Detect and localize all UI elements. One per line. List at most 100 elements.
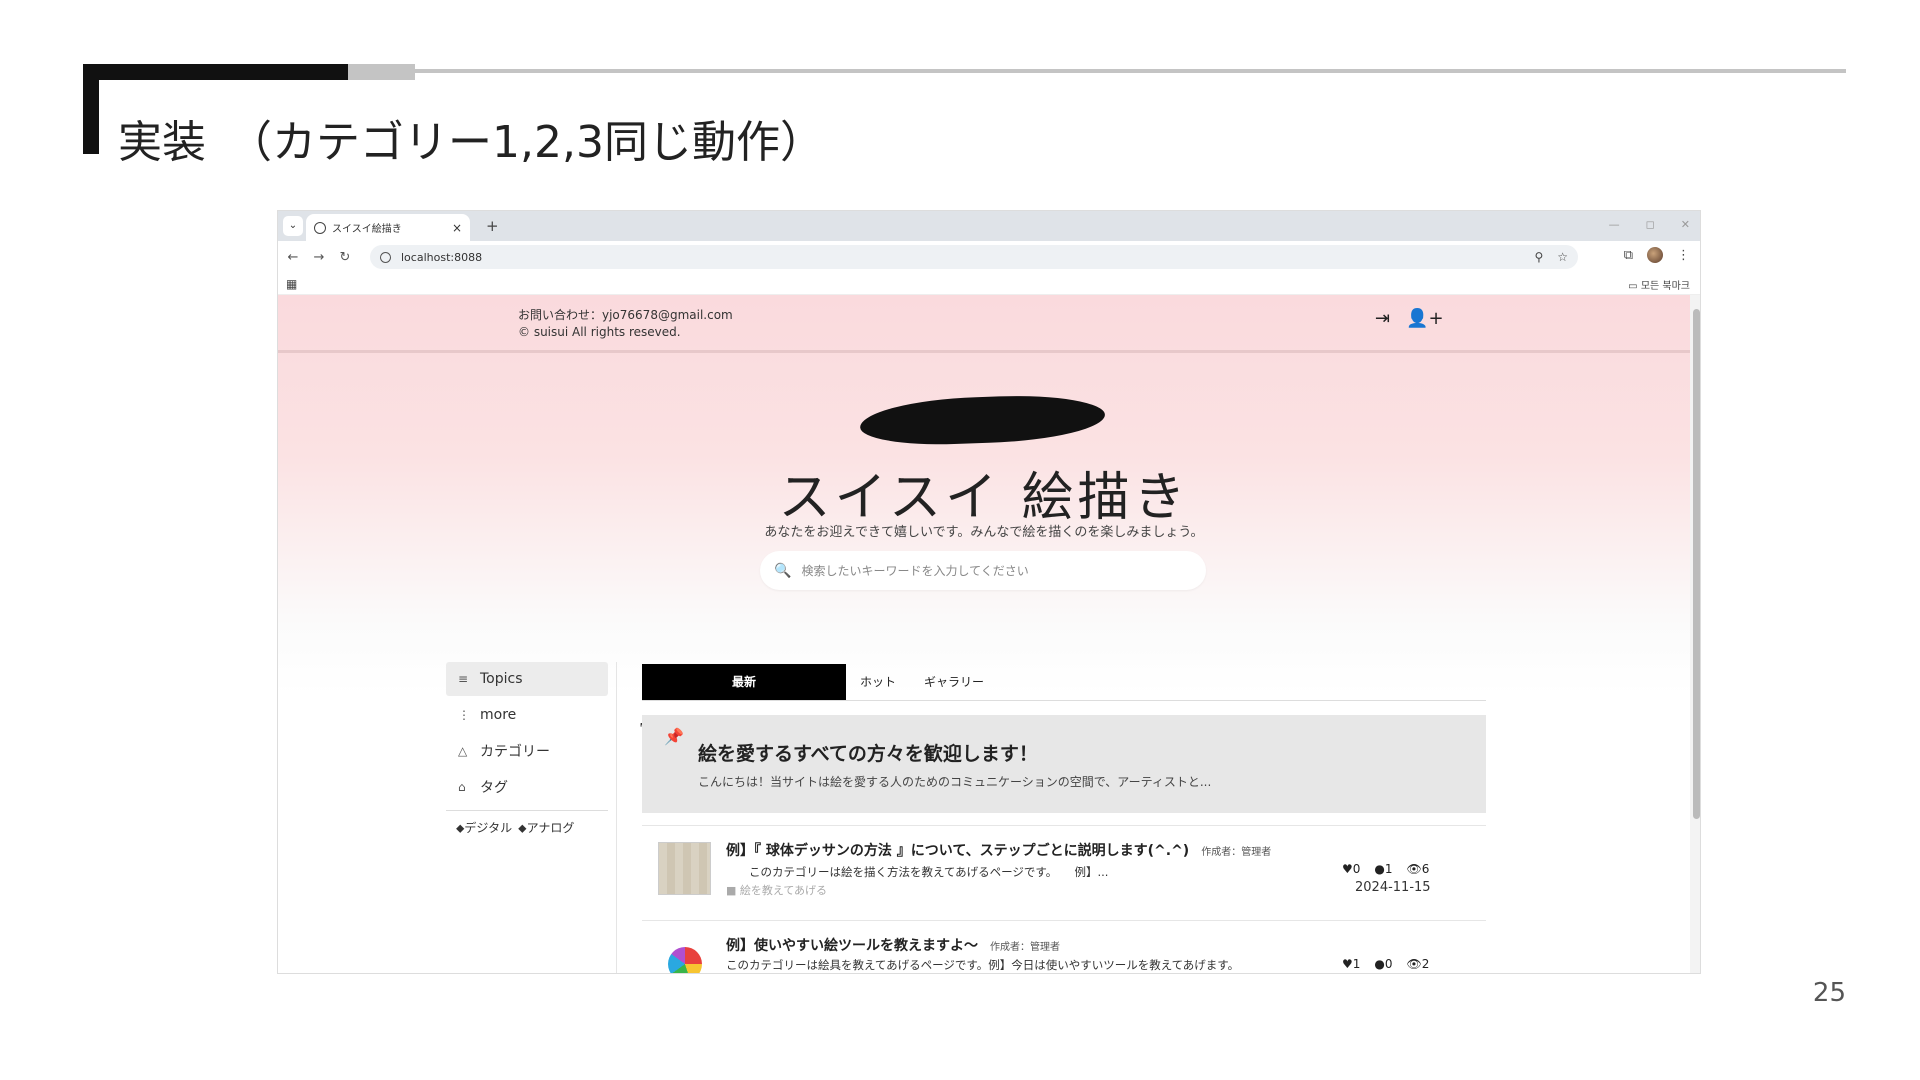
header-icons: ⇥ 👤+ (1375, 308, 1444, 329)
sidebar-tag-list: ⬥デジタル ⬥アナログ (446, 819, 608, 836)
contact-info: お問い合わせ：yjo76678@gmail.com © suisui All r… (518, 307, 733, 341)
post-category-label: 絵を教えてあげる (739, 884, 828, 897)
page-scrollbar[interactable] (1690, 295, 1700, 973)
likes-value: 1 (1352, 957, 1361, 971)
close-window-button[interactable]: ✕ (1681, 218, 1690, 231)
restore-button[interactable]: ◻ (1646, 218, 1655, 231)
zoom-icon[interactable]: ⚲ (1534, 250, 1543, 264)
site-title: スイスイ 絵描き (778, 468, 1190, 528)
browser-toolbar: ← → ↻ localhost:8088 ⚲ ☆ ⧉ ⋮ (278, 241, 1700, 273)
contact-email: お問い合わせ：yjo76678@gmail.com (518, 308, 733, 322)
eye-icon: 👁 (1406, 957, 1422, 971)
post-date: 2024-11-15 (1355, 880, 1431, 895)
back-button[interactable]: ← (282, 250, 304, 265)
minimize-button[interactable]: — (1609, 218, 1620, 231)
sidebar-item-topics[interactable]: ≡ Topics (446, 662, 608, 696)
post-thumbnail[interactable] (668, 947, 702, 973)
post-title-text: 例】使いやすい絵ツールを教えますよ～ (726, 938, 978, 954)
tag-label: アナログ (526, 821, 575, 835)
search-icon: 🔍 (774, 562, 792, 579)
menu-icon[interactable]: ⋮ (1677, 248, 1690, 263)
pinned-post-excerpt: こんにちは！当サイトは絵を愛する人のためのコミュニケーションの空間で、アーティス… (698, 775, 1212, 789)
browser-window: ⌄ スイスイ絵描き × + — ◻ ✕ ← → ↻ localhost:8088… (277, 210, 1701, 974)
sidebar-item-tags[interactable]: ⌂ タグ (446, 770, 608, 804)
heart-icon: ♥ (1342, 957, 1353, 971)
post-title[interactable]: 例】使いやすい絵ツールを教えますよ～ 作成者：管理者 (726, 935, 1060, 955)
views-value: 6 (1421, 862, 1430, 876)
slide-accent-bar-gray (348, 64, 415, 80)
post-excerpt: このカテゴリーは絵を描く方法を教えてあげるページです。 例】... (726, 865, 1109, 879)
window-controls: — ◻ ✕ (1609, 218, 1690, 231)
likes-value: 0 (1352, 862, 1361, 876)
bookmarks-bar: ▦ ▭ 모든 북마크 (278, 273, 1700, 295)
bookmark-star-icon[interactable]: ☆ (1557, 250, 1568, 264)
search-input[interactable]: 検索したいキーワードを入力してください (801, 562, 1028, 579)
views-count: 👁6 (1407, 862, 1430, 876)
pinned-post-title[interactable]: 絵を愛するすべての方々を歓迎します！ (698, 739, 1038, 766)
slide-title-marker (83, 80, 99, 154)
logo-brush-stroke (859, 392, 1106, 448)
login-icon[interactable]: ⇥ (1375, 308, 1390, 329)
tab-search-button[interactable]: ⌄ (283, 216, 303, 236)
site-header: お問い合わせ：yjo76678@gmail.com © suisui All r… (278, 295, 1690, 353)
apps-icon[interactable]: ▦ (286, 277, 297, 291)
pin-icon: 📌 (664, 727, 684, 746)
tag-link[interactable]: ⬥デジタル (456, 819, 512, 836)
likes-count: ♥0 (1342, 862, 1360, 876)
comments-value: 1 (1384, 862, 1393, 876)
post-title-text: 例】『 球体デッサンの方法 』について、ステップごとに説明します(^.^) (726, 843, 1190, 859)
list-item[interactable]: 例】使いやすい絵ツールを教えますよ～ 作成者：管理者 このカテゴリーは絵具を教えて… (642, 920, 1486, 973)
all-bookmarks-folder[interactable]: ▭ 모든 북마크 (1628, 277, 1690, 292)
comments-value: 0 (1384, 957, 1393, 971)
list-icon: ≡ (458, 672, 469, 686)
post-stats: ♥0 ●1 👁6 (1342, 862, 1429, 876)
shapes-icon: △ (458, 744, 468, 758)
search-bar[interactable]: 🔍 検索したいキーワードを入力してください (760, 551, 1206, 590)
slide-page-number: 25 (1812, 978, 1846, 1008)
scrollbar-thumb[interactable] (1693, 309, 1700, 819)
tab-gallery[interactable]: ギャラリー (910, 664, 998, 700)
slide-header-line (415, 69, 1846, 73)
bookmarks-folder-label: 모든 북마크 (1640, 281, 1690, 292)
sidebar-item-label: more (480, 707, 517, 723)
likes-count: ♥1 (1342, 957, 1360, 971)
tab-strip: ⌄ スイスイ絵描き × + — ◻ ✕ (278, 211, 1700, 241)
sidebar-divider (446, 810, 608, 811)
add-user-icon[interactable]: 👤+ (1406, 308, 1444, 329)
post-title[interactable]: 例】『 球体デッサンの方法 』について、ステップごとに説明します(^.^) 作成者… (726, 840, 1271, 860)
views-value: 2 (1421, 957, 1430, 971)
list-item[interactable]: 例】『 球体デッサンの方法 』について、ステップごとに説明します(^.^) 作成者… (642, 825, 1486, 919)
close-tab-icon[interactable]: × (452, 221, 462, 235)
sidebar-item-more[interactable]: ⋮ more (446, 698, 608, 732)
address-bar[interactable]: localhost:8088 ⚲ ☆ (370, 245, 1578, 269)
reload-button[interactable]: ↻ (334, 250, 356, 265)
tab-hot[interactable]: ホット (846, 664, 910, 700)
tag-link[interactable]: ⬥アナログ (518, 819, 574, 836)
globe-icon (314, 221, 326, 234)
site-tagline: あなたをお迎えできて嬉しいです。みんなで絵を描くのを楽しみましょう。 (764, 525, 1204, 540)
post-thumbnail[interactable] (658, 842, 711, 895)
profile-avatar[interactable] (1647, 247, 1663, 263)
post-author: 作成者：管理者 (990, 942, 1060, 953)
slide-title: 実装 （カテゴリー1,2,3同じ動作） (118, 117, 824, 168)
forward-button[interactable]: → (308, 250, 330, 265)
extensions-icon[interactable]: ⧉ (1624, 248, 1633, 263)
tab-title: スイスイ絵描き (332, 224, 402, 235)
browser-tab[interactable]: スイスイ絵描き × (306, 214, 470, 241)
site-info-icon[interactable] (380, 251, 391, 263)
web-page: お問い合わせ：yjo76678@gmail.com © suisui All r… (278, 295, 1700, 973)
tag-label: デジタル (464, 821, 513, 835)
sidebar-item-category[interactable]: △ カテゴリー (446, 734, 608, 768)
pinned-post[interactable]: 📌 絵を愛するすべての方々を歓迎します！ こんにちは！当サイトは絵を愛する人のた… (642, 715, 1486, 813)
post-stats: ♥1 ●0 👁2 (1342, 957, 1429, 971)
slide-accent-bar (83, 64, 348, 80)
tab-latest[interactable]: 最新 (642, 663, 846, 700)
sidebar-item-label: カテゴリー (480, 744, 550, 760)
tags-icon: ⌂ (458, 780, 466, 794)
sidebar: ≡ Topics ⋮ more △ カテゴリー ⌂ タグ ⬥デジタル ⬥アナログ (446, 662, 608, 836)
heart-icon: ♥ (1342, 862, 1353, 876)
sidebar-item-label: タグ (480, 780, 508, 796)
feed-tabs: 最新 ホット ギャラリー (642, 663, 1486, 701)
comments-count: ●1 (1374, 862, 1392, 876)
new-tab-button[interactable]: + (486, 217, 499, 235)
